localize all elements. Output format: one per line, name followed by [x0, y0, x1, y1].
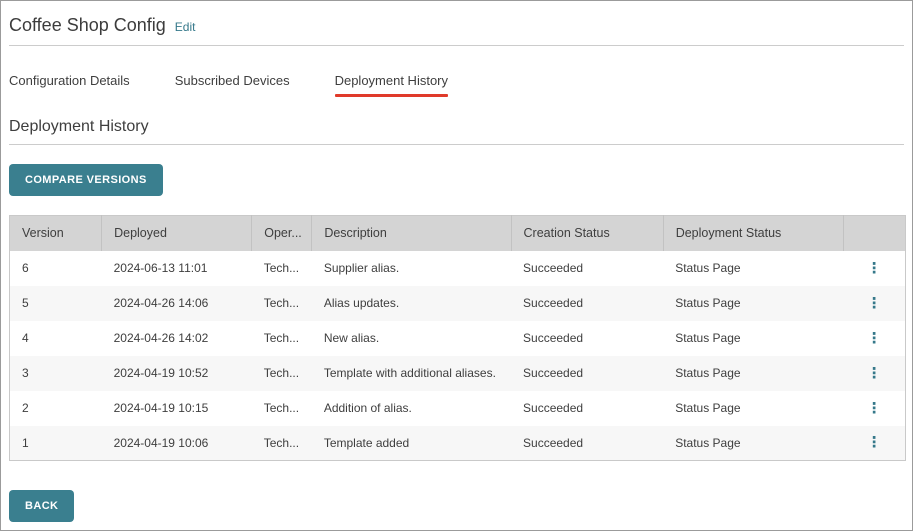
status-page-link[interactable]: Status Page	[663, 251, 843, 286]
version-link[interactable]: 1	[10, 426, 102, 461]
creation-status-cell: Succeeded	[511, 391, 663, 426]
status-page-link[interactable]: Status Page	[663, 426, 843, 461]
status-page-link[interactable]: Status Page	[663, 286, 843, 321]
column-header-oper: Oper...	[252, 216, 312, 251]
footer: BACK	[9, 490, 74, 522]
version-link[interactable]: 3	[10, 356, 102, 391]
table-row: 42024-04-26 14:02Tech...New alias.Succee…	[10, 321, 906, 356]
description-cell: Addition of alias.	[312, 391, 511, 426]
column-header-deployment-status: Deployment Status	[663, 216, 843, 251]
row-actions-cell: ⋮	[843, 286, 905, 321]
section-divider	[9, 144, 904, 145]
table-header-row: VersionDeployedOper...DescriptionCreatio…	[10, 216, 906, 251]
table-row: 62024-06-13 11:01Tech...Supplier alias.S…	[10, 251, 906, 286]
kebab-menu-icon[interactable]: ⋮	[867, 401, 882, 416]
row-actions-cell: ⋮	[843, 426, 905, 461]
row-actions-cell: ⋮	[843, 356, 905, 391]
column-header-deployed: Deployed	[102, 216, 252, 251]
description-cell: Template added	[312, 426, 511, 461]
tab-deployment-history[interactable]: Deployment History	[335, 73, 448, 97]
tab-bar: Configuration Details Subscribed Devices…	[9, 73, 904, 97]
toolbar: COMPARE VERSIONS	[9, 164, 904, 196]
version-link[interactable]: 2	[10, 391, 102, 426]
operator-cell: Tech...	[252, 426, 312, 461]
description-cell: New alias.	[312, 321, 511, 356]
row-actions-cell: ⋮	[843, 321, 905, 356]
deployed-cell: 2024-04-19 10:52	[102, 356, 252, 391]
creation-status-cell: Succeeded	[511, 356, 663, 391]
creation-status-cell: Succeeded	[511, 426, 663, 461]
back-button[interactable]: BACK	[9, 490, 74, 522]
edit-link[interactable]: Edit	[175, 20, 196, 34]
title-divider	[9, 45, 904, 46]
row-actions-cell: ⋮	[843, 391, 905, 426]
creation-status-cell: Succeeded	[511, 321, 663, 356]
page-header: Coffee Shop Config Edit	[9, 1, 904, 36]
table-row: 12024-04-19 10:06Tech...Template addedSu…	[10, 426, 906, 461]
table-row: 52024-04-26 14:06Tech...Alias updates.Su…	[10, 286, 906, 321]
column-header-creation-status: Creation Status	[511, 216, 663, 251]
deployed-cell: 2024-04-19 10:06	[102, 426, 252, 461]
description-cell: Supplier alias.	[312, 251, 511, 286]
description-cell: Template with additional aliases.	[312, 356, 511, 391]
deployed-cell: 2024-04-26 14:06	[102, 286, 252, 321]
operator-cell: Tech...	[252, 251, 312, 286]
version-link[interactable]: 6	[10, 251, 102, 286]
status-page-link[interactable]: Status Page	[663, 391, 843, 426]
operator-cell: Tech...	[252, 286, 312, 321]
tab-configuration-details[interactable]: Configuration Details	[9, 73, 130, 97]
description-cell: Alias updates.	[312, 286, 511, 321]
row-actions-cell: ⋮	[843, 251, 905, 286]
operator-cell: Tech...	[252, 356, 312, 391]
table-row: 22024-04-19 10:15Tech...Addition of alia…	[10, 391, 906, 426]
status-page-link[interactable]: Status Page	[663, 356, 843, 391]
compare-versions-button[interactable]: COMPARE VERSIONS	[9, 164, 163, 196]
section-heading: Deployment History	[9, 118, 904, 136]
creation-status-cell: Succeeded	[511, 251, 663, 286]
kebab-menu-icon[interactable]: ⋮	[867, 366, 882, 381]
table-row: 32024-04-19 10:52Tech...Template with ad…	[10, 356, 906, 391]
deployed-cell: 2024-06-13 11:01	[102, 251, 252, 286]
kebab-menu-icon[interactable]: ⋮	[867, 331, 882, 346]
table-body: 62024-06-13 11:01Tech...Supplier alias.S…	[10, 251, 906, 461]
deployed-cell: 2024-04-26 14:02	[102, 321, 252, 356]
page-content: Coffee Shop Config Edit Configuration De…	[1, 1, 912, 461]
operator-cell: Tech...	[252, 391, 312, 426]
version-link[interactable]: 4	[10, 321, 102, 356]
column-header-version: Version	[10, 216, 102, 251]
column-header-description: Description	[312, 216, 511, 251]
deployed-cell: 2024-04-19 10:15	[102, 391, 252, 426]
deployment-history-table: VersionDeployedOper...DescriptionCreatio…	[9, 215, 906, 461]
status-page-link[interactable]: Status Page	[663, 321, 843, 356]
version-link[interactable]: 5	[10, 286, 102, 321]
kebab-menu-icon[interactable]: ⋮	[867, 435, 882, 450]
kebab-menu-icon[interactable]: ⋮	[867, 296, 882, 311]
tab-subscribed-devices[interactable]: Subscribed Devices	[175, 73, 290, 97]
page-title: Coffee Shop Config	[9, 15, 166, 36]
operator-cell: Tech...	[252, 321, 312, 356]
column-header-actions	[843, 216, 905, 251]
kebab-menu-icon[interactable]: ⋮	[867, 261, 882, 276]
creation-status-cell: Succeeded	[511, 286, 663, 321]
